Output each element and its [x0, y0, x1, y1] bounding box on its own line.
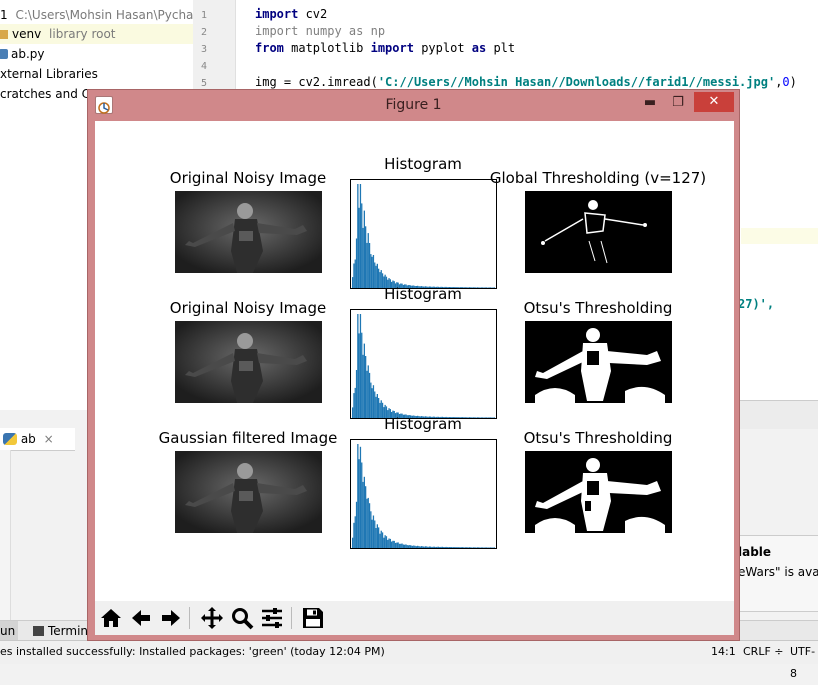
threshold-image [525, 191, 672, 273]
code-line-1: import cv2 [255, 7, 327, 21]
run-side-toolbar [0, 450, 11, 620]
forward-arrow-icon[interactable] [157, 604, 185, 632]
figure-title: Figure 1 [385, 97, 441, 113]
subplot-title: Original Noisy Image [170, 299, 326, 317]
python-icon [3, 433, 17, 445]
status-message: es installed successfully: Installed pac… [0, 641, 385, 663]
external-libraries-label: xternal Libraries [0, 67, 98, 81]
line-number: 5 [201, 78, 207, 89]
subplots-config-icon[interactable] [258, 604, 286, 632]
venv-note: library root [49, 27, 115, 41]
maximize-button[interactable]: ❐ [666, 94, 690, 112]
grayscale-image [175, 321, 322, 403]
line-number: 3 [201, 44, 207, 55]
notification-popup[interactable]: lable eWars" is avail [733, 535, 818, 612]
python-file-icon [0, 49, 8, 59]
terminal-icon [33, 626, 44, 636]
project-root-prefix: 1 [0, 8, 8, 22]
toolbar-separator [189, 607, 190, 629]
zoom-icon[interactable] [228, 604, 256, 632]
home-icon[interactable] [97, 604, 125, 632]
histogram-plot [350, 439, 497, 549]
back-arrow-icon[interactable] [127, 604, 155, 632]
subplot-title: Histogram [384, 415, 462, 433]
run-tab-ab[interactable]: ab × [3, 431, 54, 447]
toolbar-separator [291, 607, 292, 629]
subplot-title: Otsu's Thresholding [524, 299, 673, 317]
code-fragment: 27)', [738, 297, 774, 311]
histogram-plot [350, 179, 497, 289]
app-icon [95, 96, 113, 114]
threshold-image [525, 451, 672, 533]
subplot-title: Histogram [384, 155, 462, 173]
current-line-highlight [741, 228, 818, 244]
cursor-position[interactable]: 14:1 [711, 641, 736, 663]
run-tab-close-icon[interactable]: × [44, 432, 54, 446]
run-tab-bar: ab × [0, 428, 75, 451]
figure-title-bar[interactable]: Figure 1 ▬ ❐ ✕ [88, 90, 739, 120]
external-libraries-item[interactable]: xternal Libraries [0, 64, 98, 84]
file-item-ab[interactable]: ab.py [0, 44, 45, 64]
project-root-item[interactable]: 1 C:\Users\Mohsin Hasan\PycharmP [0, 5, 217, 25]
line-separator[interactable]: CRLF ÷ [743, 641, 784, 663]
venv-label: venv [12, 27, 41, 41]
close-button[interactable]: ✕ [694, 92, 734, 112]
tab-run[interactable]: un [0, 621, 18, 641]
file-name: ab.py [11, 47, 45, 61]
subplot-title: Histogram [384, 285, 462, 303]
save-icon[interactable] [299, 604, 327, 632]
code-line-3: from matplotlib import pyplot as plt [255, 41, 515, 55]
folder-icon [0, 30, 8, 39]
subplot-title: Gaussian filtered Image [159, 429, 338, 447]
threshold-image [525, 321, 672, 403]
status-bar: es installed successfully: Installed pac… [0, 640, 818, 664]
code-line-5: img = cv2.imread('C://Users//Mohsin Hasa… [255, 75, 797, 89]
histogram-plot [350, 309, 497, 419]
grayscale-image [175, 191, 322, 273]
code-line-2: import numpy as np [255, 24, 385, 38]
minimize-button[interactable]: ▬ [638, 94, 662, 112]
pan-icon[interactable] [198, 604, 226, 632]
notification-title: lable [738, 545, 771, 559]
line-number: 1 [201, 10, 207, 21]
figure-window[interactable]: Figure 1 ▬ ❐ ✕ Original Noisy Image Histo… [87, 89, 740, 641]
project-root-path: C:\Users\Mohsin Hasan\PycharmP [15, 8, 217, 22]
subplot-title: Original Noisy Image [170, 169, 326, 187]
file-encoding[interactable]: UTF-8 [790, 641, 818, 685]
line-number: 2 [201, 27, 207, 38]
venv-item[interactable]: venv library root [0, 24, 193, 44]
notification-body: eWars" is avail [738, 565, 818, 579]
subplot-title: Otsu's Thresholding [524, 429, 673, 447]
grayscale-image [175, 451, 322, 533]
subplot-title: Global Thresholding (v=127) [490, 169, 706, 187]
figure-canvas[interactable]: Original Noisy Image Histogram Global Thre… [95, 121, 734, 601]
figure-toolbar [95, 601, 734, 635]
line-number: 4 [201, 61, 207, 72]
run-tab-label: ab [21, 432, 36, 446]
